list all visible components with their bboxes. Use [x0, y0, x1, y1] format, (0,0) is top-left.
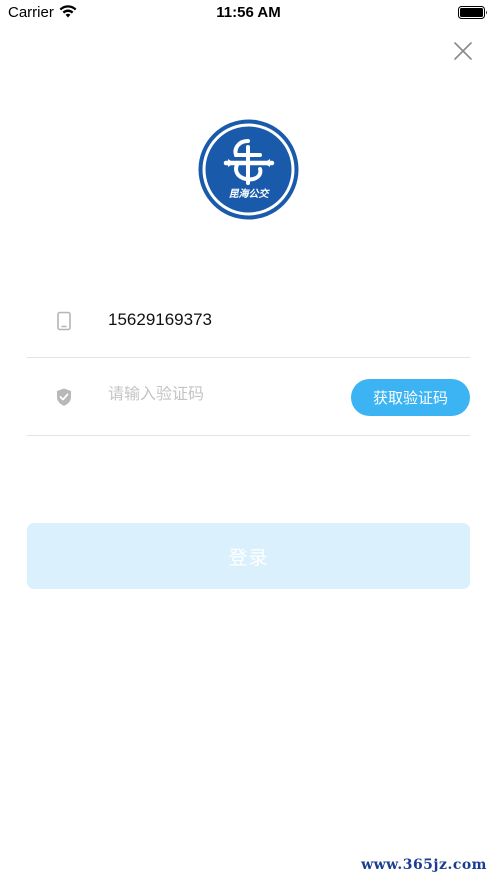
status-bar: Carrier 11:56 AM	[0, 0, 497, 26]
app-logo: 昆海公交	[198, 119, 299, 220]
phone-number-input[interactable]	[108, 310, 328, 330]
get-code-button[interactable]: 获取验证码	[351, 379, 470, 416]
mobile-phone-icon	[57, 311, 71, 331]
shield-check-icon	[57, 388, 71, 406]
verification-code-row: 获取验证码	[27, 358, 470, 436]
logo-text: 昆海公交	[228, 189, 269, 200]
phone-row	[27, 290, 470, 358]
verification-code-input[interactable]	[108, 386, 328, 404]
get-code-label: 获取验证码	[372, 390, 448, 407]
login-label: 登录	[228, 547, 269, 569]
close-icon[interactable]	[452, 40, 474, 62]
login-screen: Carrier 11:56 AM 昆海公交 15629169373 请输入验证码…	[0, 0, 497, 883]
logo-emblem	[198, 119, 299, 220]
login-button[interactable]: 登录	[27, 523, 470, 589]
battery-icon	[458, 6, 487, 19]
watermark: www.365jz.com	[361, 857, 487, 873]
status-time: 11:56 AM	[216, 4, 281, 21]
